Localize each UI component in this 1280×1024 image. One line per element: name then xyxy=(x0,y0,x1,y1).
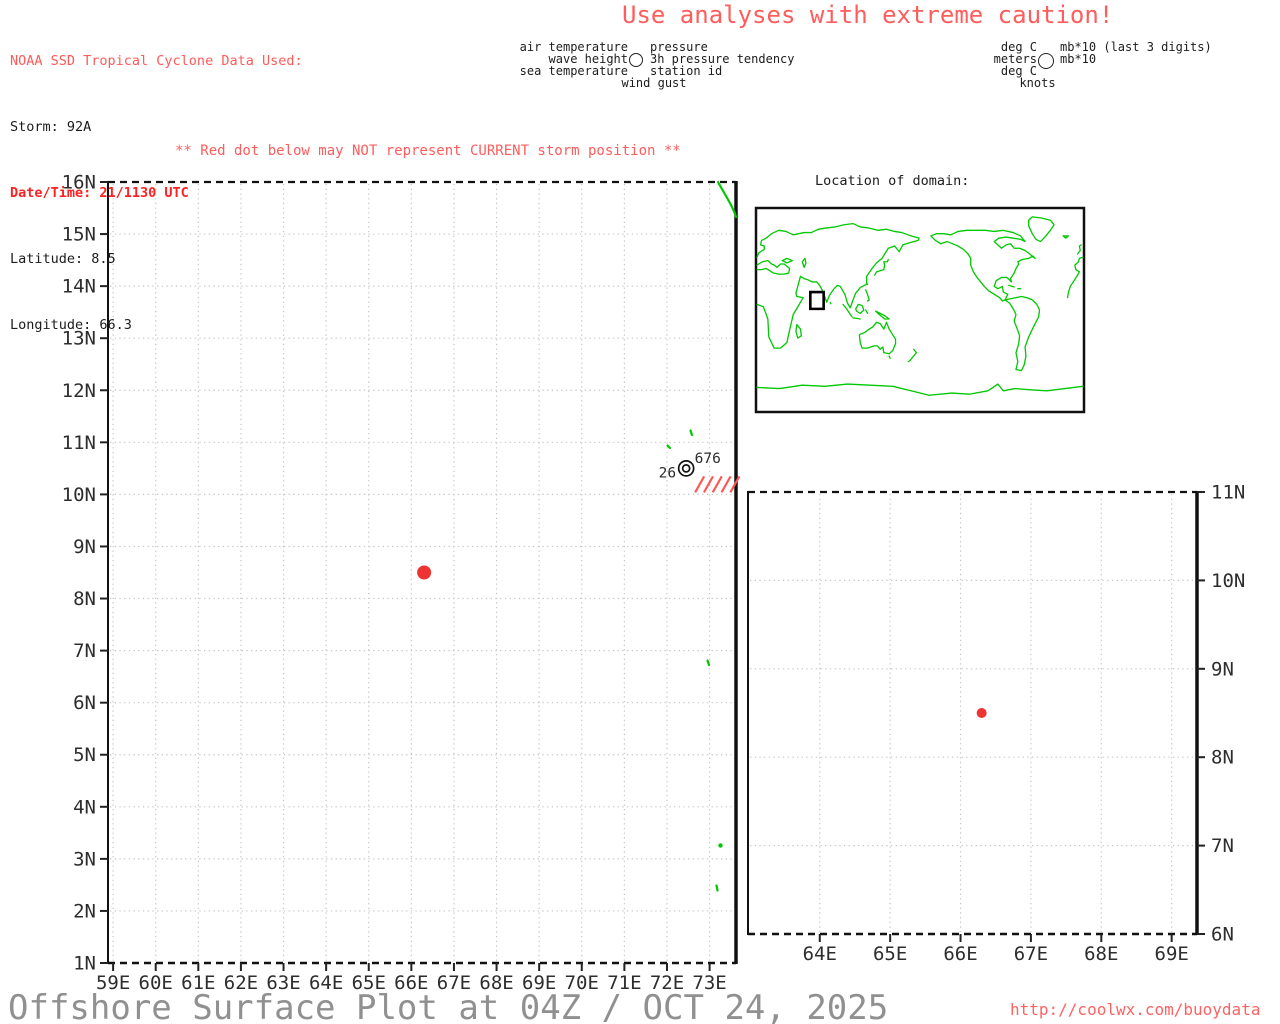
tick-label-lat: 4N xyxy=(73,796,96,818)
island-mark xyxy=(689,429,694,437)
storm-position-warning: ** Red dot below may NOT represent CURRE… xyxy=(175,143,681,159)
tick-label-lat: 12N xyxy=(62,380,96,402)
inset-title: Location of domain: xyxy=(815,173,970,189)
missing-data-hatch xyxy=(711,475,723,493)
island-mark xyxy=(666,444,672,450)
station-plot: 26 676 xyxy=(659,451,741,493)
legend-sea-temperature-label: sea temperature xyxy=(519,64,628,78)
tick-label-lon: 66E xyxy=(943,943,977,965)
tick-label-lat: 5N xyxy=(73,744,96,766)
tick-label-lat: 11N xyxy=(62,432,96,454)
legend-wind-gust-label: wind gust xyxy=(621,76,687,90)
storm-id-line: Storm: 92A xyxy=(10,119,92,135)
zoom-map-panel: 64E 65E 66E 67E 68E 69E 6N 7N 8N 9N 10N 11N xyxy=(747,482,1245,965)
missing-data-hatch xyxy=(720,475,732,493)
storm-position-dot xyxy=(976,708,987,718)
units-model-circle-icon xyxy=(1038,52,1054,69)
station-model-circle-icon xyxy=(629,53,643,67)
tick-label-lat: 7N xyxy=(1211,835,1234,857)
storm-info-block: NOAA SSD Tropical Cyclone Data Used: Sto… xyxy=(10,6,303,380)
world-inset-map xyxy=(754,206,1086,414)
storm-position-dot xyxy=(417,565,432,580)
tick-label-lat: 6N xyxy=(1211,924,1234,946)
india-coast-line xyxy=(716,180,738,219)
tick-label-lat: 6N xyxy=(73,692,96,714)
units-wind-gust: knots xyxy=(1019,76,1056,90)
tick-label-lon: 69E xyxy=(1155,943,1189,965)
data-source-line: NOAA SSD Tropical Cyclone Data Used: xyxy=(10,53,303,69)
missing-data-hatch xyxy=(694,475,706,493)
storm-datetime-line: Date/Time: 21/1130 UTC xyxy=(10,185,189,201)
station-sea-temperature-value: 26 xyxy=(659,465,676,481)
units-sea-temperature: deg C xyxy=(1000,64,1037,78)
tick-label-lon: 65E xyxy=(873,943,907,965)
domain-location-box xyxy=(810,292,823,309)
tick-label-lat: 8N xyxy=(1211,747,1234,769)
storm-latitude-line: Latitude: 8.5 xyxy=(10,251,116,267)
tick-label-lat: 9N xyxy=(1211,658,1234,680)
caution-banner: Use analyses with extreme caution! xyxy=(622,1,1114,29)
station-inner-circle-icon xyxy=(681,464,691,473)
offshore-surface-plot-page: 59E 60E 61E 62E 63E 64E 65E 66E 67E 68E 69E 70E 71E 7… xyxy=(0,0,1280,1024)
tick-label-lat: 8N xyxy=(73,588,96,610)
island-mark xyxy=(715,884,719,892)
world-coastlines xyxy=(757,217,1083,395)
main-map-coastlines xyxy=(666,180,738,892)
tick-label-lat: 3N xyxy=(73,848,96,870)
tick-label-lat: 1N xyxy=(73,953,96,975)
page-title: Offshore Surface Plot at 04Z / OCT 24, 2… xyxy=(8,988,889,1024)
station-pressure-value: 676 xyxy=(695,451,721,467)
tick-label-lon: 67E xyxy=(1014,943,1048,965)
station-circle-icon xyxy=(677,460,695,477)
storm-longitude-line: Longitude: 66.3 xyxy=(10,317,132,333)
island-mark xyxy=(718,843,723,848)
tick-label-lat: 10N xyxy=(1211,570,1245,592)
units-pressure-tendency: mb*10 xyxy=(1060,52,1097,66)
tick-label-lat: 10N xyxy=(62,484,96,506)
tick-label-lat: 9N xyxy=(73,536,96,558)
island-mark xyxy=(706,659,711,667)
tick-label-lon: 64E xyxy=(803,943,837,965)
tick-label-lat: 7N xyxy=(73,640,96,662)
source-url-link[interactable]: http://coolwx.com/buoydata xyxy=(1010,1000,1260,1019)
tick-label-lat: 11N xyxy=(1211,482,1245,504)
tick-label-lat: 2N xyxy=(73,900,96,922)
tick-label-lon: 68E xyxy=(1084,943,1118,965)
missing-data-hatch xyxy=(702,475,714,493)
